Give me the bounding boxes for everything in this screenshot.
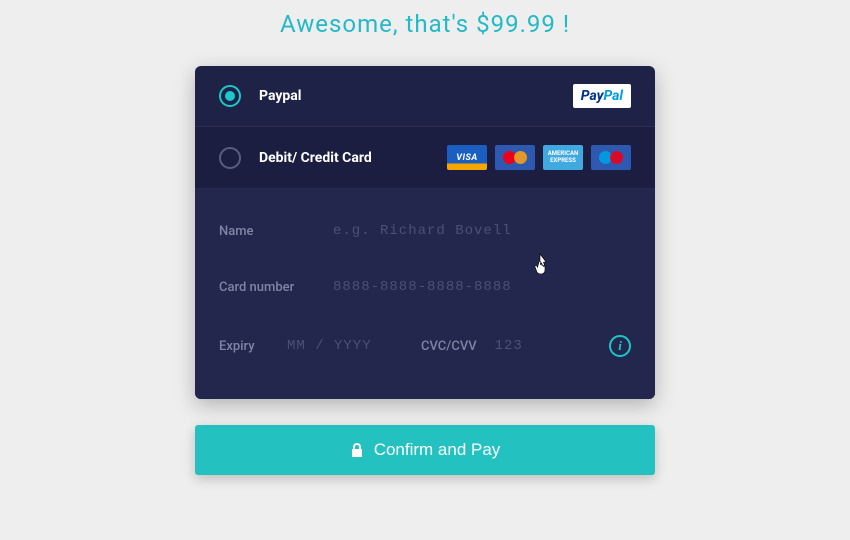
maestro-icon xyxy=(591,145,631,170)
confirm-pay-button[interactable]: Confirm and Pay xyxy=(195,425,655,475)
cvc-info-icon[interactable]: i xyxy=(609,335,631,357)
card-label: Debit/ Credit Card xyxy=(259,150,372,166)
name-label: Name xyxy=(219,224,315,239)
payment-method-card[interactable]: Debit/ Credit Card VISA AMERICAN EXPRESS xyxy=(195,127,655,189)
card-number-input[interactable] xyxy=(333,279,631,295)
confirm-pay-label: Confirm and Pay xyxy=(374,440,501,460)
paypal-label: Paypal xyxy=(259,88,301,104)
amex-icon: AMERICAN EXPRESS xyxy=(543,145,583,170)
payment-method-paypal[interactable]: Paypal PayPal xyxy=(195,66,655,127)
lock-icon xyxy=(350,442,364,458)
radio-selected-icon xyxy=(219,85,241,107)
card-number-label: Card number xyxy=(219,280,315,295)
mastercard-icon xyxy=(495,145,535,170)
page-title: Awesome, that's $99.99 ! xyxy=(280,10,570,38)
paypal-logo-icon: PayPal xyxy=(573,84,631,108)
name-input[interactable] xyxy=(333,223,631,239)
expiry-input[interactable] xyxy=(287,338,377,354)
cvc-input[interactable] xyxy=(495,338,545,354)
payment-panel: Paypal PayPal Debit/ Credit Card VISA AM… xyxy=(195,66,655,399)
radio-unselected-icon xyxy=(219,147,241,169)
expiry-label: Expiry xyxy=(219,339,269,354)
cvc-label: CVC/CVV xyxy=(421,339,477,354)
card-form: Name Card number Expiry CVC/CVV i xyxy=(195,189,655,399)
visa-icon: VISA xyxy=(447,145,487,170)
